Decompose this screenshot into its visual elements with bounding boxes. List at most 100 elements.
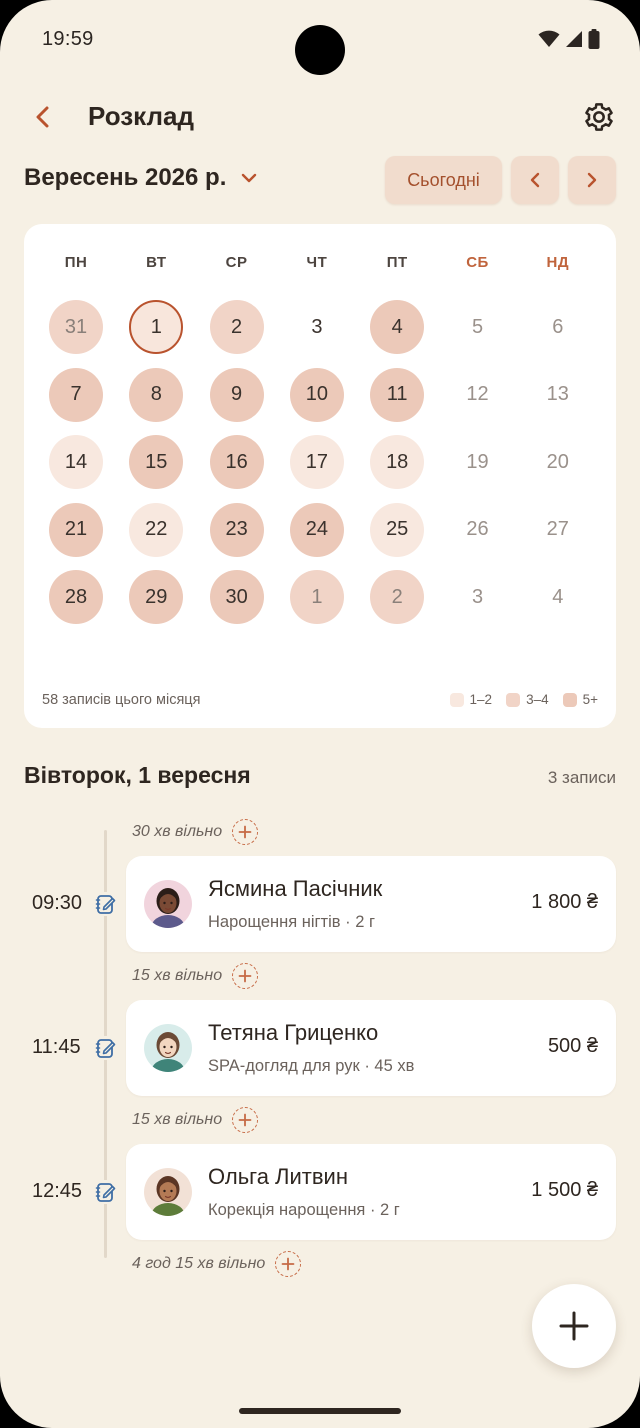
calendar-day-selected[interactable]: 1 xyxy=(129,300,184,354)
calendar-day[interactable]: 5 xyxy=(451,300,505,354)
calendar-day[interactable]: 4 xyxy=(370,300,425,354)
appointment-time: 09:30 xyxy=(32,892,83,914)
signal-icon xyxy=(565,30,583,53)
calendar-day[interactable]: 9 xyxy=(209,367,264,422)
gear-icon xyxy=(585,103,613,131)
add-appointment-button[interactable] xyxy=(532,1284,616,1368)
chevron-left-icon xyxy=(36,106,49,128)
service-price: 500 ₴ xyxy=(547,1035,598,1057)
calendar-day[interactable]: 4 xyxy=(531,570,585,624)
next-month-button[interactable] xyxy=(568,156,616,204)
service-description: SPA-догляд для рук · 45 хв xyxy=(208,1057,415,1075)
calendar-card: 58 записів цього місяця 1–2 3–4 5+ ПН ВТ СР Ч… xyxy=(24,224,616,728)
today-button[interactable]: Сьогодні xyxy=(385,156,502,204)
calendar-day[interactable]: 31 xyxy=(49,300,103,354)
calendar-day[interactable]: 21 xyxy=(49,502,103,557)
month-summary: 58 записів цього місяця xyxy=(42,692,201,708)
prev-month-button[interactable] xyxy=(511,156,559,204)
add-to-slot-button[interactable] xyxy=(232,819,259,845)
settings-button[interactable] xyxy=(580,98,618,136)
status-bar: 19:59 xyxy=(0,0,640,80)
appointment-card[interactable]: Ясмина Пасічник Нарощення нігтів · 2 г 1 8… xyxy=(126,856,616,952)
free-slot: 4 год 15 хв вільно xyxy=(132,1251,302,1277)
calendar-day[interactable]: 29 xyxy=(129,570,184,624)
free-slot: 30 хв вільно xyxy=(132,819,259,845)
calendar-day[interactable]: 11 xyxy=(370,367,425,422)
calendar-day[interactable]: 30 xyxy=(209,570,264,624)
calendar-day[interactable]: 2 xyxy=(370,570,425,624)
status-time: 19:59 xyxy=(42,28,94,50)
calendar-day[interactable]: 25 xyxy=(370,502,425,557)
calendar-day[interactable]: 16 xyxy=(209,435,264,489)
legend-label: 5+ xyxy=(582,692,598,707)
weekday-label: СБ xyxy=(466,254,489,271)
calendar-day[interactable]: 2 xyxy=(209,300,264,354)
calendar-day[interactable]: 7 xyxy=(49,367,103,422)
calendar-day[interactable]: 19 xyxy=(451,435,505,489)
calendar-day[interactable]: 22 xyxy=(129,502,184,557)
battery-icon xyxy=(588,29,600,54)
edit-note-icon[interactable] xyxy=(94,1036,118,1060)
calendar-day[interactable]: 8 xyxy=(129,367,184,422)
calendar-day[interactable]: 17 xyxy=(289,435,344,489)
calendar-day[interactable]: 6 xyxy=(531,300,585,354)
add-to-slot-button[interactable] xyxy=(275,1251,302,1277)
legend-label: 3–4 xyxy=(526,692,549,707)
avatar xyxy=(144,1024,192,1072)
calendar-day[interactable]: 28 xyxy=(49,570,103,624)
weekday-label: НД xyxy=(546,254,570,271)
chevron-left-icon xyxy=(530,172,540,188)
back-button[interactable] xyxy=(26,100,60,134)
calendar-day[interactable]: 12 xyxy=(451,368,505,422)
appointment-card[interactable]: Тетяна Гриценко SPA-догляд для рук · 45 х… xyxy=(126,1000,616,1096)
legend-label: 1–2 xyxy=(469,692,493,707)
service-description: Нарощення нігтів · 2 г xyxy=(208,913,375,931)
calendar-day[interactable]: 3 xyxy=(451,570,505,624)
weekday-label: СР xyxy=(225,254,248,271)
calendar-day[interactable]: 13 xyxy=(531,368,585,422)
app-screen: 19:59 Розклад Вересень 2026 р. Сьогодні xyxy=(0,0,640,1428)
calendar-day[interactable]: 15 xyxy=(129,435,184,489)
legend-swatch xyxy=(562,692,577,707)
day-title: Вівторок, 1 вересня xyxy=(24,762,251,788)
chevron-down-icon xyxy=(242,173,257,183)
appointment-card[interactable]: Ольга Литвин Корекція нарощення · 2 г 1 50… xyxy=(126,1144,616,1240)
month-label: Вересень 2026 р. xyxy=(24,164,227,191)
add-to-slot-button[interactable] xyxy=(232,963,259,989)
calendar-day[interactable]: 27 xyxy=(531,503,585,557)
calendar-day[interactable]: 26 xyxy=(451,503,505,557)
calendar-day[interactable]: 23 xyxy=(209,502,264,557)
legend-item: 3–4 xyxy=(506,692,549,707)
service-price: 1 800 ₴ xyxy=(531,891,598,913)
month-picker[interactable]: Вересень 2026 р. xyxy=(24,164,258,192)
calendar-day[interactable]: 14 xyxy=(49,435,103,489)
client-name: Ольга Литвин xyxy=(208,1164,348,1189)
home-indicator[interactable] xyxy=(239,1408,401,1414)
calendar-day[interactable]: 10 xyxy=(289,367,344,422)
free-slot-label: 15 хв вільно xyxy=(132,1111,223,1128)
free-slot-label: 30 хв вільно xyxy=(132,823,223,840)
calendar-day[interactable]: 20 xyxy=(531,435,585,489)
calendar-day[interactable]: 24 xyxy=(289,502,344,557)
weekday-label: ЧТ xyxy=(306,254,328,271)
client-name: Ясмина Пасічник xyxy=(208,876,383,901)
calendar-day[interactable]: 18 xyxy=(370,435,425,489)
legend-swatch xyxy=(449,692,464,707)
service-price: 1 500 ₴ xyxy=(531,1179,598,1201)
add-to-slot-button[interactable] xyxy=(232,1107,259,1133)
free-slot-label: 4 год 15 хв вільно xyxy=(132,1255,266,1272)
status-icons xyxy=(538,29,600,54)
legend-item: 5+ xyxy=(562,692,598,707)
avatar xyxy=(144,880,192,928)
plus-icon xyxy=(238,1113,252,1127)
plus-icon xyxy=(559,1311,589,1341)
calendar-day[interactable]: 3 xyxy=(290,300,344,354)
calendar-day[interactable]: 1 xyxy=(289,570,344,624)
plus-icon xyxy=(238,969,252,983)
edit-note-icon[interactable] xyxy=(94,892,118,916)
calendar-legend: 1–2 3–4 5+ xyxy=(449,692,598,707)
page-title: Розклад xyxy=(88,101,194,131)
appointment-time: 11:45 xyxy=(32,1036,81,1058)
camera-cutout xyxy=(295,25,345,75)
edit-note-icon[interactable] xyxy=(94,1180,118,1204)
